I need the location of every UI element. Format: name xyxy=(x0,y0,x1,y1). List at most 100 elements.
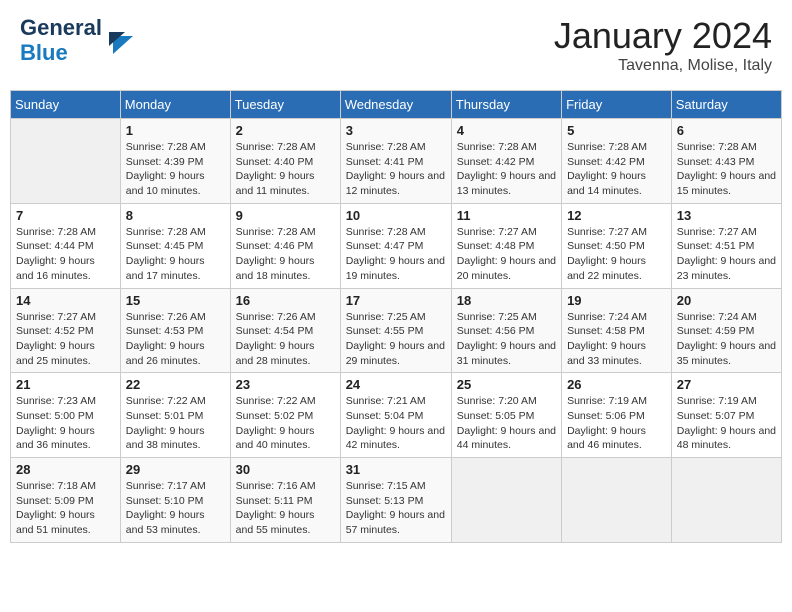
day-info: Sunrise: 7:19 AMSunset: 5:07 PMDaylight:… xyxy=(677,394,776,453)
day-number: 24 xyxy=(346,377,446,392)
day-number: 19 xyxy=(567,293,666,308)
calendar-cell: 26 Sunrise: 7:19 AMSunset: 5:06 PMDayligh… xyxy=(562,373,672,458)
day-info: Sunrise: 7:28 AMSunset: 4:41 PMDaylight:… xyxy=(346,140,446,199)
day-info: Sunrise: 7:28 AMSunset: 4:42 PMDaylight:… xyxy=(457,140,556,199)
calendar-cell: 4 Sunrise: 7:28 AMSunset: 4:42 PMDaylight… xyxy=(451,119,561,204)
calendar-cell: 11Sunrise: 7:27 AMSunset: 4:48 PMDayligh… xyxy=(451,203,561,288)
calendar-cell: 8 Sunrise: 7:28 AMSunset: 4:45 PMDaylight… xyxy=(120,203,230,288)
day-number: 9 xyxy=(236,208,335,223)
day-info: Sunrise: 7:17 AMSunset: 5:10 PMDaylight:… xyxy=(126,479,225,538)
calendar-cell: 25 Sunrise: 7:20 AMSunset: 5:05 PMDayligh… xyxy=(451,373,561,458)
day-info: Sunrise: 7:23 AMSunset: 5:00 PMDaylight:… xyxy=(16,394,115,453)
day-info: Sunrise: 7:26 AMSunset: 4:54 PMDaylight:… xyxy=(236,310,335,369)
day-info: Sunrise: 7:27 AMSunset: 4:52 PMDaylight:… xyxy=(16,310,115,369)
day-number: 26 xyxy=(567,377,666,392)
day-info: Sunrise: 7:28 AMSunset: 4:43 PMDaylight:… xyxy=(677,140,776,199)
calendar-cell xyxy=(671,458,781,543)
calendar-cell: 28Sunrise: 7:18 AMSunset: 5:09 PMDayligh… xyxy=(11,458,121,543)
calendar-cell: 13Sunrise: 7:27 AMSunset: 4:51 PMDayligh… xyxy=(671,203,781,288)
day-number: 11 xyxy=(457,208,556,223)
calendar-cell: 29 Sunrise: 7:17 AMSunset: 5:10 PMDayligh… xyxy=(120,458,230,543)
day-number: 14 xyxy=(16,293,115,308)
day-info: Sunrise: 7:22 AMSunset: 5:02 PMDaylight:… xyxy=(236,394,335,453)
day-info: Sunrise: 7:27 AMSunset: 4:50 PMDaylight:… xyxy=(567,225,666,284)
day-number: 29 xyxy=(126,462,225,477)
day-number: 2 xyxy=(236,123,335,138)
calendar-header: SundayMondayTuesdayWednesdayThursdayFrid… xyxy=(11,91,782,119)
calendar-table: SundayMondayTuesdayWednesdayThursdayFrid… xyxy=(10,90,782,543)
day-number: 20 xyxy=(677,293,776,308)
day-number: 15 xyxy=(126,293,225,308)
day-number: 18 xyxy=(457,293,556,308)
week-row-2: 7Sunrise: 7:28 AMSunset: 4:44 PMDaylight… xyxy=(11,203,782,288)
day-number: 25 xyxy=(457,377,556,392)
day-number: 3 xyxy=(346,123,446,138)
calendar-cell: 14 Sunrise: 7:27 AMSunset: 4:52 PMDayligh… xyxy=(11,288,121,373)
calendar-cell xyxy=(451,458,561,543)
day-header-tuesday: Tuesday xyxy=(230,91,340,119)
day-header-friday: Friday xyxy=(562,91,672,119)
calendar-cell: 7Sunrise: 7:28 AMSunset: 4:44 PMDaylight… xyxy=(11,203,121,288)
day-number: 16 xyxy=(236,293,335,308)
calendar-cell xyxy=(562,458,672,543)
day-header-sunday: Sunday xyxy=(11,91,121,119)
day-number: 5 xyxy=(567,123,666,138)
day-number: 8 xyxy=(126,208,225,223)
day-info: Sunrise: 7:21 AMSunset: 5:04 PMDaylight:… xyxy=(346,394,446,453)
day-info: Sunrise: 7:25 AMSunset: 4:56 PMDaylight:… xyxy=(457,310,556,369)
day-number: 28 xyxy=(16,462,115,477)
day-info: Sunrise: 7:15 AMSunset: 5:13 PMDaylight:… xyxy=(346,479,446,538)
week-row-5: 28Sunrise: 7:18 AMSunset: 5:09 PMDayligh… xyxy=(11,458,782,543)
day-header-wednesday: Wednesday xyxy=(340,91,451,119)
location: Tavenna, Molise, Italy xyxy=(554,57,772,75)
day-number: 12 xyxy=(567,208,666,223)
calendar-cell: 24 Sunrise: 7:21 AMSunset: 5:04 PMDayligh… xyxy=(340,373,451,458)
day-number: 30 xyxy=(236,462,335,477)
day-info: Sunrise: 7:28 AMSunset: 4:40 PMDaylight:… xyxy=(236,140,335,199)
calendar-cell: 20 Sunrise: 7:24 AMSunset: 4:59 PMDayligh… xyxy=(671,288,781,373)
calendar-cell: 3 Sunrise: 7:28 AMSunset: 4:41 PMDaylight… xyxy=(340,119,451,204)
calendar-cell: 12 Sunrise: 7:27 AMSunset: 4:50 PMDayligh… xyxy=(562,203,672,288)
day-number: 21 xyxy=(16,377,115,392)
day-header-monday: Monday xyxy=(120,91,230,119)
day-number: 31 xyxy=(346,462,446,477)
day-info: Sunrise: 7:24 AMSunset: 4:59 PMDaylight:… xyxy=(677,310,776,369)
calendar-cell: 21 Sunrise: 7:23 AMSunset: 5:00 PMDayligh… xyxy=(11,373,121,458)
calendar-cell: 18 Sunrise: 7:25 AMSunset: 4:56 PMDayligh… xyxy=(451,288,561,373)
week-row-3: 14 Sunrise: 7:27 AMSunset: 4:52 PMDayligh… xyxy=(11,288,782,373)
calendar-cell: 9 Sunrise: 7:28 AMSunset: 4:46 PMDaylight… xyxy=(230,203,340,288)
day-header-saturday: Saturday xyxy=(671,91,781,119)
day-number: 27 xyxy=(677,377,776,392)
calendar-cell xyxy=(11,119,121,204)
calendar-cell: 1Sunrise: 7:28 AMSunset: 4:39 PMDaylight… xyxy=(120,119,230,204)
logo: General Blue xyxy=(20,15,137,66)
day-info: Sunrise: 7:19 AMSunset: 5:06 PMDaylight:… xyxy=(567,394,666,453)
logo-text: General Blue xyxy=(20,15,137,66)
day-number: 4 xyxy=(457,123,556,138)
calendar-cell: 22Sunrise: 7:22 AMSunset: 5:01 PMDayligh… xyxy=(120,373,230,458)
day-info: Sunrise: 7:28 AMSunset: 4:44 PMDaylight:… xyxy=(16,225,115,284)
day-number: 23 xyxy=(236,377,335,392)
day-info: Sunrise: 7:25 AMSunset: 4:55 PMDaylight:… xyxy=(346,310,446,369)
calendar-cell: 6Sunrise: 7:28 AMSunset: 4:43 PMDaylight… xyxy=(671,119,781,204)
calendar-cell: 5Sunrise: 7:28 AMSunset: 4:42 PMDaylight… xyxy=(562,119,672,204)
day-info: Sunrise: 7:20 AMSunset: 5:05 PMDaylight:… xyxy=(457,394,556,453)
day-number: 17 xyxy=(346,293,446,308)
day-info: Sunrise: 7:28 AMSunset: 4:47 PMDaylight:… xyxy=(346,225,446,284)
page-header: General Blue January 2024 Tavenna, Molis… xyxy=(10,10,782,80)
day-info: Sunrise: 7:28 AMSunset: 4:45 PMDaylight:… xyxy=(126,225,225,284)
calendar-cell: 10Sunrise: 7:28 AMSunset: 4:47 PMDayligh… xyxy=(340,203,451,288)
day-number: 1 xyxy=(126,123,225,138)
day-info: Sunrise: 7:22 AMSunset: 5:01 PMDaylight:… xyxy=(126,394,225,453)
week-row-1: 1Sunrise: 7:28 AMSunset: 4:39 PMDaylight… xyxy=(11,119,782,204)
calendar-cell: 27 Sunrise: 7:19 AMSunset: 5:07 PMDayligh… xyxy=(671,373,781,458)
month-year: January 2024 xyxy=(554,15,772,57)
calendar-cell: 17 Sunrise: 7:25 AMSunset: 4:55 PMDayligh… xyxy=(340,288,451,373)
calendar-cell: 15Sunrise: 7:26 AMSunset: 4:53 PMDayligh… xyxy=(120,288,230,373)
day-info: Sunrise: 7:27 AMSunset: 4:51 PMDaylight:… xyxy=(677,225,776,284)
calendar-cell: 30Sunrise: 7:16 AMSunset: 5:11 PMDayligh… xyxy=(230,458,340,543)
calendar-cell: 31 Sunrise: 7:15 AMSunset: 5:13 PMDayligh… xyxy=(340,458,451,543)
day-info: Sunrise: 7:24 AMSunset: 4:58 PMDaylight:… xyxy=(567,310,666,369)
title-block: January 2024 Tavenna, Molise, Italy xyxy=(554,15,772,75)
day-info: Sunrise: 7:28 AMSunset: 4:46 PMDaylight:… xyxy=(236,225,335,284)
